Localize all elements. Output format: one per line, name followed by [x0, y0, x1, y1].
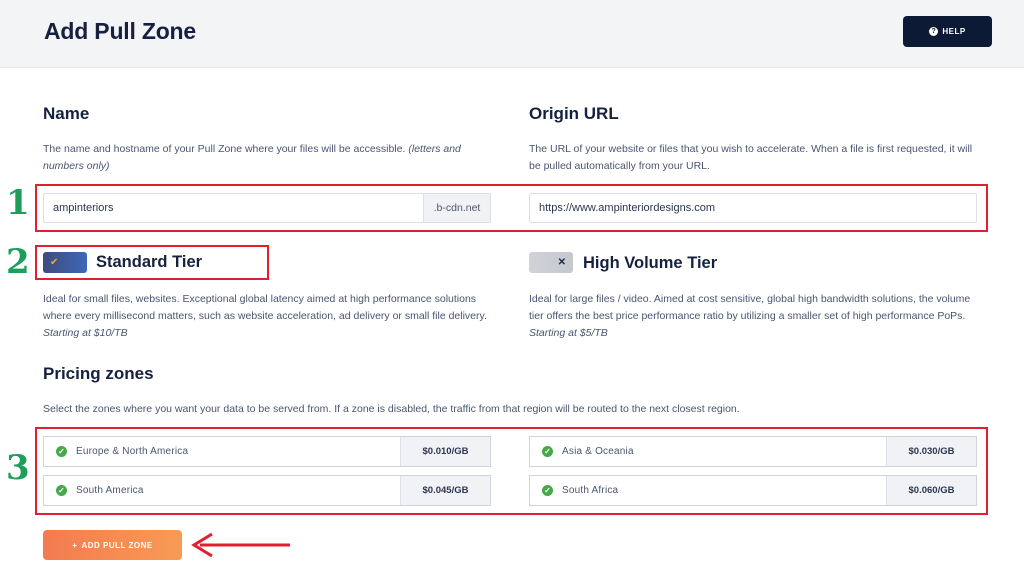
help-button-label: HELP [942, 27, 966, 36]
question-circle-icon: ? [929, 27, 939, 36]
origin-description: The URL of your website or files that yo… [529, 143, 973, 172]
annotation-number-3: 3 [6, 448, 30, 488]
high-volume-tier-toggle[interactable]: ✕ [529, 252, 573, 273]
name-description: The name and hostname of your Pull Zone … [43, 143, 461, 172]
plus-icon: + [72, 540, 78, 550]
pricing-description: Select the zones where you want your dat… [43, 403, 740, 415]
annotation-arrow-icon [191, 532, 290, 558]
standard-tier-price-note: Starting at $10/TB [43, 327, 128, 339]
add-pull-zone-label: ADD PULL ZONE [81, 540, 153, 550]
origin-heading: Origin URL [529, 104, 619, 123]
annotation-number-1: 1 [6, 183, 30, 223]
add-pull-zone-button[interactable]: + ADD PULL ZONE [43, 530, 182, 560]
high-volume-tier-description: Ideal for large files / video. Aimed at … [529, 293, 971, 339]
annotation-box-3 [35, 427, 988, 515]
annotation-box-1 [35, 184, 988, 232]
name-heading: Name [43, 104, 90, 123]
help-button[interactable]: ? HELP [903, 16, 992, 47]
page-header: Add Pull Zone ? HELP [0, 0, 1024, 68]
high-volume-tier-label: High Volume Tier [583, 254, 718, 272]
page-title: Add Pull Zone [44, 18, 196, 44]
annotation-box-2 [35, 245, 269, 280]
high-volume-tier-price-note: Starting at $5/TB [529, 327, 608, 339]
x-icon: ✕ [557, 257, 566, 268]
annotation-number-2: 2 [6, 242, 30, 282]
standard-tier-description: Ideal for small files, websites. Excepti… [43, 293, 487, 339]
pricing-heading: Pricing zones [43, 364, 154, 383]
